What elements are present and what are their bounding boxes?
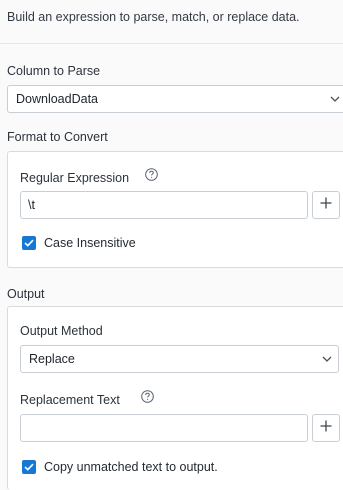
output-method-value: Replace <box>29 352 75 366</box>
copy-unmatched-checkbox[interactable]: Copy unmatched text to output. <box>22 460 218 474</box>
column-to-parse-value: DownloadData <box>16 92 98 106</box>
add-replacement-button[interactable] <box>312 414 340 442</box>
case-insensitive-checkbox[interactable]: Case Insensitive <box>22 236 136 250</box>
output-method-select[interactable]: Replace <box>20 345 339 373</box>
output-panel: Output Method Replace Replacement Text C… <box>7 306 343 490</box>
column-to-parse-label: Column to Parse <box>7 64 101 78</box>
chevron-down-icon <box>316 356 338 362</box>
plus-icon <box>320 419 332 437</box>
help-icon[interactable] <box>145 168 158 181</box>
add-regex-button[interactable] <box>312 191 340 219</box>
regular-expression-input[interactable] <box>20 191 308 219</box>
plus-icon <box>320 196 332 214</box>
copy-unmatched-label: Copy unmatched text to output. <box>44 460 218 474</box>
chevron-down-icon <box>324 96 343 102</box>
case-insensitive-label: Case Insensitive <box>44 236 136 250</box>
header-divider <box>0 43 343 44</box>
checkbox-checked-icon <box>22 236 36 250</box>
format-to-convert-panel: Regular Expression Case Insensitive <box>7 151 343 268</box>
output-label: Output <box>7 287 45 301</box>
regular-expression-label: Regular Expression <box>20 171 130 185</box>
replacement-text-label: Replacement Text <box>20 393 120 407</box>
replacement-text-input[interactable] <box>20 414 308 442</box>
tool-description: Build an expression to parse, match, or … <box>7 10 300 24</box>
column-to-parse-select[interactable]: DownloadData <box>7 85 343 113</box>
help-icon[interactable] <box>141 390 154 403</box>
format-to-convert-label: Format to Convert <box>7 130 108 144</box>
checkbox-checked-icon <box>22 460 36 474</box>
output-method-label: Output Method <box>20 324 103 338</box>
